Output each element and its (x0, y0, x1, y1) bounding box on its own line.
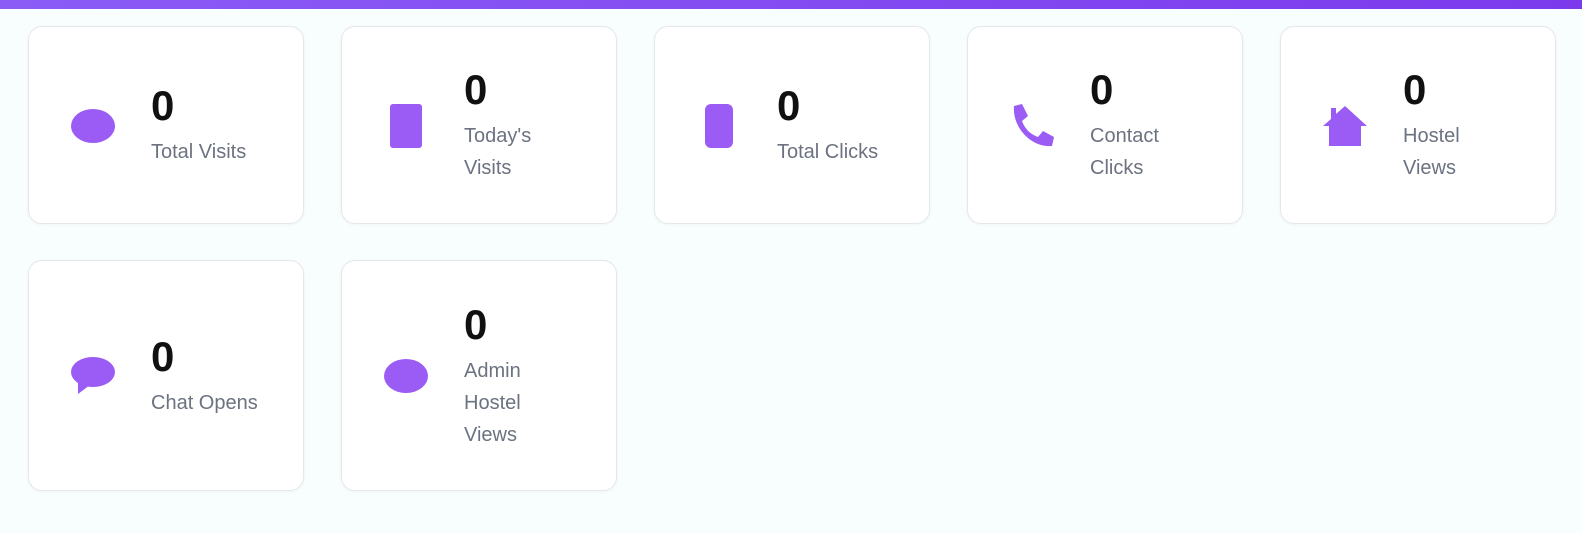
chat-icon (67, 350, 119, 402)
mouse-icon (693, 100, 745, 152)
stat-label: Contact Clicks (1090, 125, 1159, 179)
stat-card-total-clicks: 0 Total Clicks (654, 26, 930, 224)
stat-value: 0 (1403, 66, 1427, 113)
stat-label: Chat Opens (151, 391, 258, 414)
stat-card-todays-visits: 0 Today's Visits (341, 26, 617, 224)
stat-label: Total Clicks (777, 141, 879, 163)
eye-icon (380, 350, 432, 402)
stat-label: Hostel Views (1403, 125, 1460, 179)
home-icon (1319, 100, 1371, 152)
stat-card-chat-opens: 0 Chat Opens (28, 260, 304, 491)
stat-label: Total Visits (151, 141, 247, 163)
stat-label: Today's Visits (464, 125, 532, 179)
stat-value: 0 (151, 332, 175, 380)
stat-card-total-visits: 0 Total Visits (28, 26, 304, 224)
stat-value: 0 (151, 82, 175, 129)
stat-value: 0 (464, 300, 488, 348)
stat-card-hostel-views: 0 Hostel Views (1280, 26, 1556, 224)
stat-value: 0 (1090, 66, 1114, 113)
stat-card-contact-clicks: 0 Contact Clicks (967, 26, 1243, 224)
stat-value: 0 (464, 66, 488, 113)
top-accent-bar (0, 0, 1582, 9)
stat-card-admin-hostel-views: 0 Admin Hostel Views (341, 260, 617, 491)
stat-value: 0 (777, 82, 801, 129)
stat-label: Admin Hostel Views (464, 359, 521, 446)
calendar-icon (380, 100, 432, 152)
eye-icon (67, 100, 119, 152)
phone-icon (1006, 100, 1058, 152)
